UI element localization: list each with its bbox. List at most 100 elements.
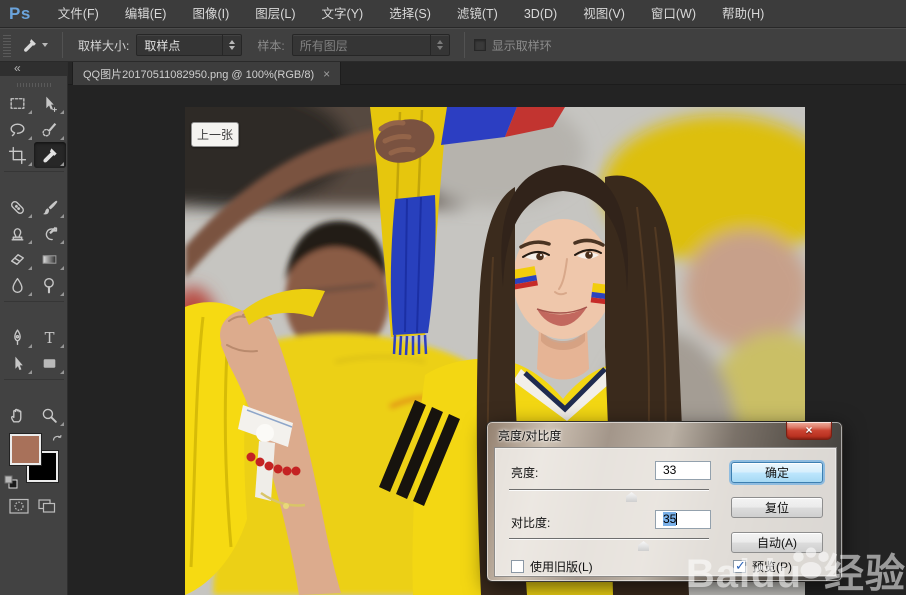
sample-label: 样本:: [257, 37, 284, 54]
photoshop-window: Ps 文件(F) 编辑(E) 图像(I) 图层(L) 文字(Y) 选择(S) 滤…: [0, 0, 906, 595]
ok-button[interactable]: 确定: [731, 462, 823, 483]
menu-item-layer[interactable]: 图层(L): [242, 0, 308, 28]
tool-move[interactable]: [34, 90, 66, 116]
menu-item-help[interactable]: 帮助(H): [709, 0, 777, 28]
previous-image-button[interactable]: 上一张: [191, 122, 239, 147]
slider-thumb[interactable]: [638, 541, 649, 551]
tool-grid: T: [0, 90, 67, 428]
tool-lasso[interactable]: [2, 116, 34, 142]
zoom-icon: [40, 406, 59, 425]
tool-pen[interactable]: [2, 324, 34, 350]
tool-shape[interactable]: [34, 350, 66, 376]
preview-checkbox-row: 预览(P): [733, 558, 792, 575]
panel-grip[interactable]: [17, 83, 51, 87]
tool-separator: [2, 298, 66, 305]
tool-clone-stamp[interactable]: [2, 220, 34, 246]
dialog-close-button[interactable]: ×: [786, 422, 832, 440]
sample-select[interactable]: 所有图层: [292, 34, 450, 56]
menu-item-select[interactable]: 选择(S): [376, 0, 444, 28]
show-ring-checkbox[interactable]: [474, 39, 486, 51]
menu-bar: Ps 文件(F) 编辑(E) 图像(I) 图层(L) 文字(Y) 选择(S) 滤…: [0, 0, 906, 28]
auto-button[interactable]: 自动(A): [731, 532, 823, 553]
menu-item-edit[interactable]: 编辑(E): [112, 0, 180, 28]
tool-eyedropper[interactable]: [34, 142, 66, 168]
pen-icon: [8, 328, 27, 347]
gradient-icon: [40, 250, 59, 269]
contrast-input[interactable]: 35: [655, 510, 711, 529]
use-legacy-checkbox[interactable]: [511, 560, 524, 573]
tool-zoom[interactable]: [34, 402, 66, 428]
tool-type[interactable]: T: [34, 324, 66, 350]
color-swatches: [4, 432, 64, 490]
slider-thumb[interactable]: [626, 492, 637, 502]
previous-image-label: 上一张: [197, 126, 233, 143]
sample-size-label: 取样大小:: [78, 37, 129, 54]
contrast-label: 对比度:: [511, 514, 550, 531]
tool-preset-button[interactable]: [15, 32, 53, 58]
menu-item-file[interactable]: 文件(F): [45, 0, 112, 28]
tool-gradient[interactable]: [34, 246, 66, 272]
reset-button[interactable]: 复位: [731, 497, 823, 518]
menu-item-view[interactable]: 视图(V): [570, 0, 638, 28]
tool-separator: [2, 376, 66, 383]
preview-checkbox[interactable]: [733, 560, 746, 573]
menu-item-3d[interactable]: 3D(D): [511, 0, 570, 28]
tool-quick-select[interactable]: [34, 116, 66, 142]
photoshop-logo: Ps: [9, 4, 31, 24]
path-select-icon: [8, 354, 27, 373]
screen-mode-icon[interactable]: [37, 498, 58, 515]
menu-item-type[interactable]: 文字(Y): [309, 0, 377, 28]
tool-dodge[interactable]: [34, 272, 66, 298]
panel-collapse-button[interactable]: «: [0, 62, 67, 76]
tool-brush[interactable]: [34, 194, 66, 220]
collapse-arrows-icon: «: [14, 61, 20, 75]
close-icon: ×: [805, 423, 812, 437]
reset-label: 复位: [765, 499, 789, 516]
tool-path-select[interactable]: [2, 350, 34, 376]
document-tab[interactable]: QQ图片20170511082950.png @ 100%(RGB/8) ×: [72, 62, 341, 85]
menu-item-filter[interactable]: 滤镜(T): [444, 0, 511, 28]
rect-marquee-icon: [8, 94, 27, 113]
tool-blur[interactable]: [2, 272, 34, 298]
lasso-icon: [8, 120, 27, 139]
clone-stamp-icon: [8, 224, 27, 243]
sample-size-select[interactable]: 取样点: [136, 34, 242, 56]
eyedropper-icon: [40, 146, 59, 165]
document-tab-title: QQ图片20170511082950.png @ 100%(RGB/8): [83, 66, 314, 82]
tool-crop[interactable]: [2, 142, 34, 168]
healing-brush-icon: [8, 198, 27, 217]
contrast-slider[interactable]: [509, 533, 709, 551]
tool-hand[interactable]: [2, 402, 34, 428]
use-legacy-checkbox-row: 使用旧版(L): [511, 558, 593, 575]
blur-drop-icon: [8, 276, 27, 295]
slider-track[interactable]: [509, 538, 709, 540]
quick-select-icon: [40, 120, 59, 139]
tool-healing-brush[interactable]: [2, 194, 34, 220]
quick-mask-icon[interactable]: [9, 498, 30, 515]
slider-track[interactable]: [509, 489, 709, 491]
swap-colors-icon[interactable]: [51, 432, 64, 445]
preview-label: 预览(P): [752, 558, 792, 575]
tool-history-brush[interactable]: [34, 220, 66, 246]
brightness-input[interactable]: 33: [655, 461, 711, 480]
text-caret: [676, 513, 677, 525]
dodge-icon: [40, 276, 59, 295]
use-legacy-label: 使用旧版(L): [530, 558, 593, 575]
tool-eraser[interactable]: [2, 246, 34, 272]
document-tab-bar: QQ图片20170511082950.png @ 100%(RGB/8) ×: [68, 62, 906, 85]
chevron-down-icon: [42, 43, 48, 47]
move-icon: [40, 94, 59, 113]
brightness-slider[interactable]: [509, 484, 709, 502]
menu-item-window[interactable]: 窗口(W): [638, 0, 709, 28]
close-icon[interactable]: ×: [323, 67, 330, 81]
default-colors-icon[interactable]: [4, 475, 19, 490]
select-arrows-icon: [222, 35, 241, 55]
tool-separator: [2, 168, 66, 175]
history-brush-icon: [40, 224, 59, 243]
eyedropper-icon: [21, 37, 38, 54]
dialog-body: 亮度: 33 对比度: 35 确定 复位 自动(A): [494, 447, 837, 577]
foreground-color-swatch[interactable]: [10, 434, 41, 465]
tool-rect-marquee[interactable]: [2, 90, 34, 116]
select-arrows-icon: [430, 35, 449, 55]
menu-item-image[interactable]: 图像(I): [179, 0, 242, 28]
